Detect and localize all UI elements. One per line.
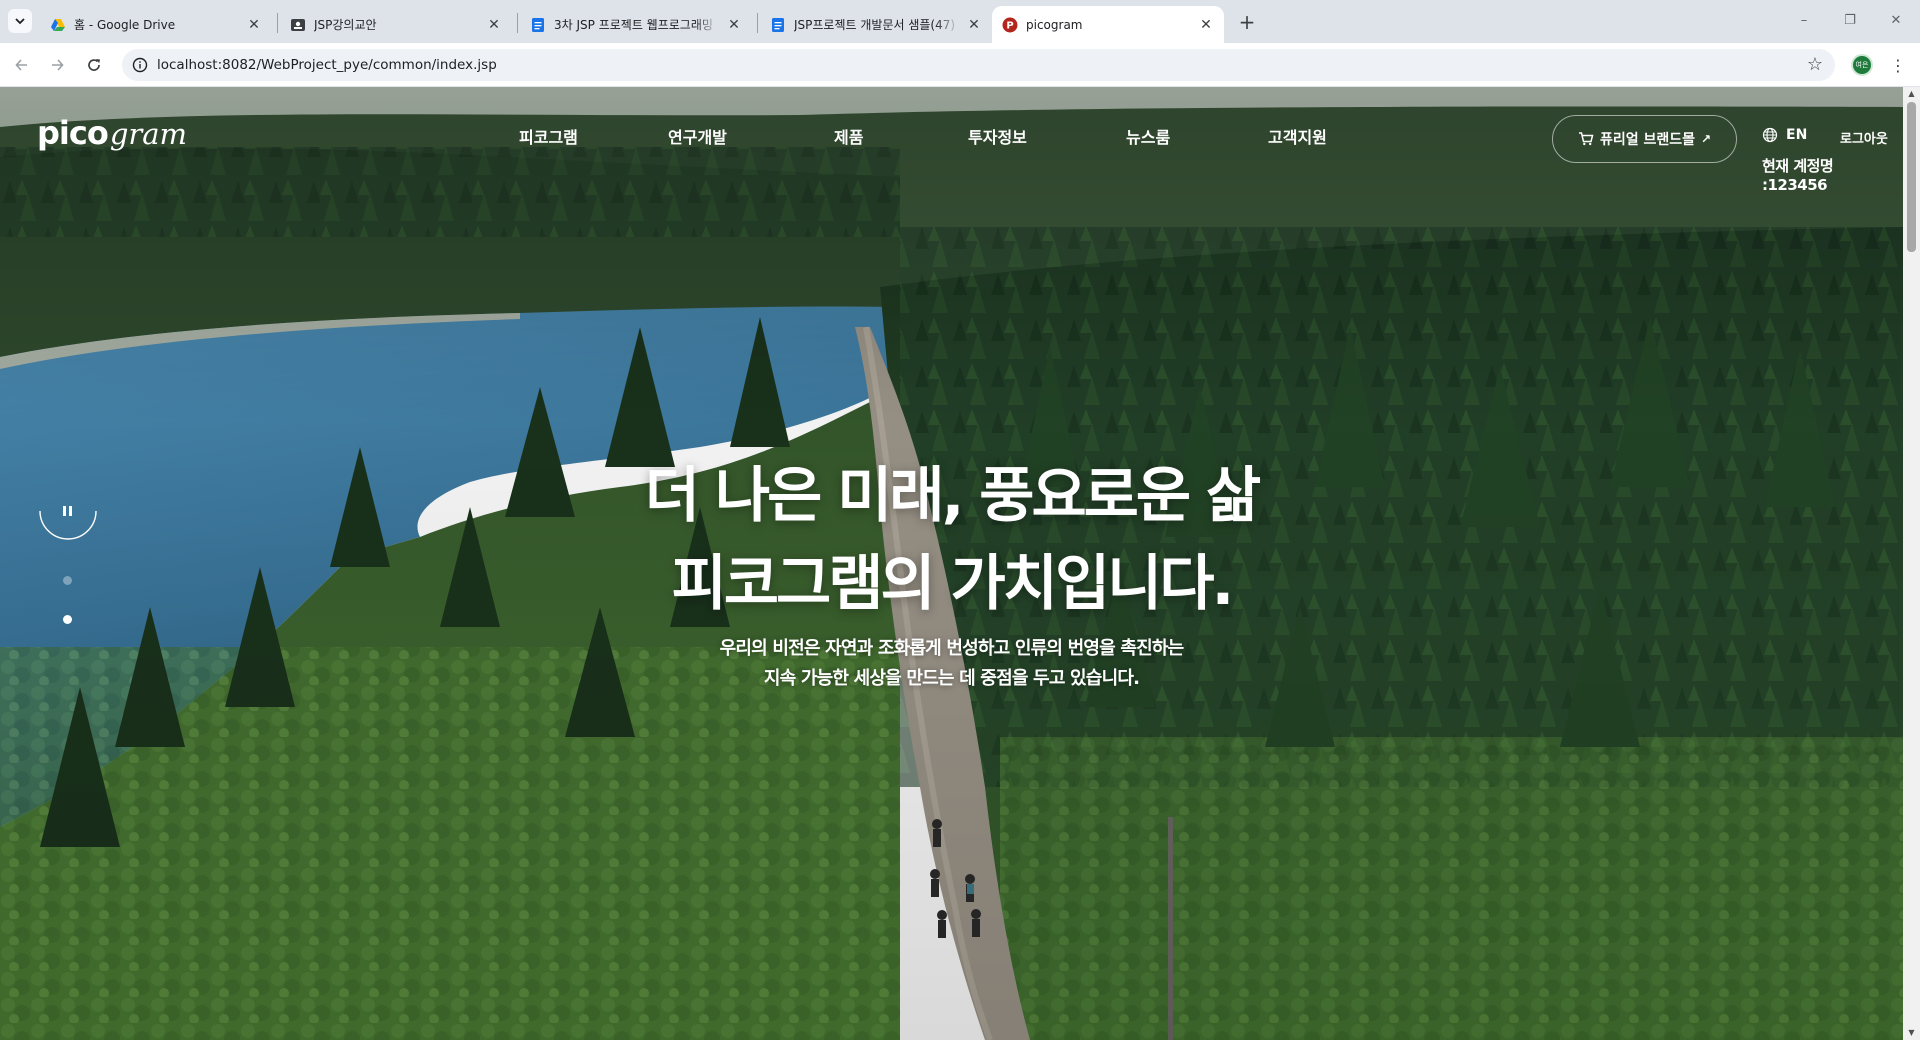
address-bar[interactable]: localhost:8082/WebProject_pye/common/ind… xyxy=(122,49,1835,81)
tab-divider xyxy=(277,13,278,33)
hero-subtext-line1: 우리의 비전은 자연과 조화롭게 번성하고 인류의 번영을 촉진하는 xyxy=(719,638,1185,659)
close-icon[interactable]: ✕ xyxy=(966,17,982,33)
logo-bold-text: pico xyxy=(37,114,109,152)
tab-jsp-dev-sample[interactable]: JSP프로젝트 개발문서 샘플(47) ✕ xyxy=(760,6,992,43)
slide-indicator-dot-active[interactable] xyxy=(63,615,72,624)
pause-icon[interactable] xyxy=(38,495,98,555)
google-drive-icon xyxy=(51,18,65,31)
close-icon[interactable]: ✕ xyxy=(246,17,262,33)
hero-slider: pico gram 피코그램 연구개발 제품 투자정보 뉴스룸 고객지원 퓨리얼… xyxy=(0,87,1903,1040)
nav-item-investors[interactable]: 투자정보 xyxy=(968,124,1027,148)
picogram-icon: P xyxy=(1002,17,1018,32)
docs-icon xyxy=(532,17,544,32)
tab-title: 홈 - Google Drive xyxy=(74,18,176,32)
nav-item-support[interactable]: 고객지원 xyxy=(1268,124,1327,148)
logo-italic-text: gram xyxy=(109,117,188,151)
close-icon[interactable]: ✕ xyxy=(1198,17,1214,33)
scrollbar-thumb[interactable] xyxy=(1907,102,1916,252)
hero-headline-line2: 피코그램의 가치입니다. xyxy=(671,549,1235,619)
globe-icon xyxy=(1762,127,1778,143)
site-info-icon[interactable] xyxy=(132,57,148,73)
arrow-right-icon xyxy=(52,59,64,71)
new-tab-button[interactable]: + xyxy=(1233,8,1261,36)
nav-item-newsroom[interactable]: 뉴스룸 xyxy=(1126,124,1170,148)
profile-avatar[interactable]: 여은 xyxy=(1851,54,1873,76)
nav-item-picogram[interactable]: 피코그램 xyxy=(519,124,578,148)
close-icon[interactable]: ✕ xyxy=(486,17,502,33)
tab-google-drive[interactable]: 홈 - Google Drive ✕ xyxy=(40,6,272,43)
browser-toolbar: localhost:8082/WebProject_pye/common/ind… xyxy=(0,43,1920,87)
tab-title: JSP프로젝트 개발문서 샘플(47) xyxy=(794,18,956,32)
scroll-up-arrow-icon[interactable]: ▲ xyxy=(1907,90,1916,98)
page-scrollbar[interactable]: ▲ ▼ xyxy=(1903,87,1920,1040)
current-account-label: 현재 계정명 :123456 xyxy=(1762,157,1834,194)
tab-search-button[interactable] xyxy=(8,9,32,33)
tab-picogram[interactable]: P picogram ✕ xyxy=(992,6,1224,43)
language-label: EN xyxy=(1786,127,1808,143)
svg-text:P: P xyxy=(1006,20,1013,31)
docs-icon xyxy=(772,17,784,32)
chevron-down-icon xyxy=(15,18,25,25)
bookmark-star-icon[interactable]: ☆ xyxy=(1807,54,1823,75)
tab-jsp-lecture[interactable]: JSP강의교안 ✕ xyxy=(280,6,512,43)
brand-mall-button[interactable]: 퓨리얼 브랜드몰 ↗ xyxy=(1552,115,1737,163)
minimize-button[interactable]: – xyxy=(1784,8,1824,32)
tab-title: JSP강의교안 xyxy=(314,18,377,32)
slide-indicator-dot[interactable] xyxy=(63,576,72,585)
slide-indicator-dot[interactable] xyxy=(63,654,72,663)
site-logo[interactable]: pico gram xyxy=(37,114,187,152)
tab-divider xyxy=(517,13,518,33)
close-icon[interactable]: ✕ xyxy=(726,17,742,33)
more-menu-icon[interactable]: ⋮ xyxy=(1890,55,1906,75)
brand-mall-label: 퓨리얼 브랜드몰 xyxy=(1599,132,1695,148)
address-url[interactable]: localhost:8082/WebProject_pye/common/ind… xyxy=(157,57,497,73)
language-switch[interactable]: EN xyxy=(1762,127,1807,143)
external-link-icon: ↗ xyxy=(1700,132,1712,146)
reload-button[interactable] xyxy=(82,53,106,77)
slides-icon xyxy=(291,18,305,31)
tab-title: picogram xyxy=(1026,17,1083,32)
tab-jsp-project-doc[interactable]: 3차 JSP 프로젝트 웹프로그래밍 ✕ xyxy=(520,6,752,43)
hero-headline-line1: 더 나은 미래, 풍요로운 삶 xyxy=(644,461,1261,531)
nav-item-research[interactable]: 연구개발 xyxy=(668,124,727,148)
logout-link[interactable]: 로그아웃 xyxy=(1840,128,1888,147)
window-close-button[interactable]: ✕ xyxy=(1876,8,1916,32)
page-viewport: pico gram 피코그램 연구개발 제품 투자정보 뉴스룸 고객지원 퓨리얼… xyxy=(0,87,1920,1040)
cart-icon xyxy=(1578,132,1594,146)
restore-button[interactable]: ❐ xyxy=(1830,8,1870,32)
browser-tabstrip: 홈 - Google Drive ✕ JSP강의교안 ✕ 3차 JSP 프로젝트… xyxy=(0,0,1920,43)
reload-icon xyxy=(88,59,100,71)
tab-divider xyxy=(757,13,758,33)
back-button[interactable] xyxy=(10,53,34,77)
nav-item-products[interactable]: 제품 xyxy=(834,124,863,148)
arrow-left-icon xyxy=(15,59,27,71)
hero-subtext-line2: 지속 가능한 세상을 만드는 데 중점을 두고 있습니다. xyxy=(763,668,1140,689)
tab-title: 3차 JSP 프로젝트 웹프로그래밍 xyxy=(554,18,713,32)
forward-button[interactable] xyxy=(45,53,69,77)
scroll-down-arrow-icon[interactable]: ▼ xyxy=(1907,1029,1916,1037)
